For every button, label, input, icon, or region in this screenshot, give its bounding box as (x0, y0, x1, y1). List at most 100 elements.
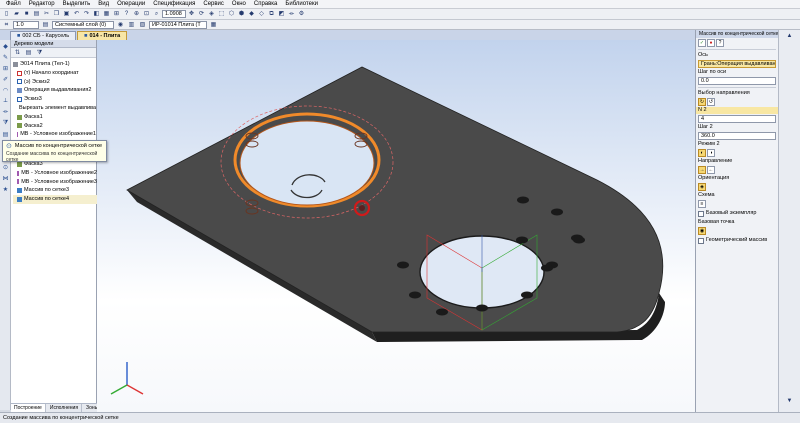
base-instance-checkbox[interactable]: Базовый экземпляр (698, 210, 776, 217)
menu-window[interactable]: Окно (228, 0, 250, 9)
axis-field[interactable]: Грань:Операция выдавливания:1 (698, 60, 776, 68)
help-icon[interactable]: ? (716, 39, 724, 47)
measure-panel-icon[interactable]: ⟛ (1, 108, 10, 117)
menu-file[interactable]: Файл (2, 0, 25, 9)
geometric-array-checkbox[interactable]: Геометрический массив (698, 237, 776, 244)
pan-icon[interactable]: ✥ (187, 10, 196, 18)
stop-icon[interactable]: ● (707, 39, 715, 47)
filter-panel-icon[interactable]: ⧩ (1, 119, 10, 128)
orientation-icon[interactable]: ◈ (207, 10, 216, 18)
tree-node[interactable]: Фаска1 (13, 113, 96, 122)
apply-icon[interactable]: ✓ (698, 39, 706, 47)
zoom-in-icon[interactable]: ⊕ (132, 10, 141, 18)
direction-1-icon[interactable]: ↻ (698, 98, 706, 106)
direction2-b-icon[interactable]: ← (707, 166, 715, 174)
tree-node[interactable]: МВ - Условное изображение1 (13, 130, 96, 139)
zoom-window-icon[interactable]: ⊡ (142, 10, 151, 18)
tree-node[interactable]: Вырезать элемент выдавливания1 (13, 104, 96, 113)
settings-icon[interactable]: ⚙ (297, 10, 306, 18)
document-combo[interactable]: ИР-01014 Плита (Т (149, 20, 207, 29)
tree-node[interactable]: Массив по сетке4 (13, 195, 97, 204)
model-viewport[interactable] (97, 40, 695, 412)
mode2-b-icon[interactable]: ◑ (707, 149, 715, 157)
tab-build[interactable]: Построение (11, 404, 46, 412)
menu-editor[interactable]: Редактор (25, 0, 59, 9)
variables-icon[interactable]: ⊞ (112, 10, 121, 18)
layer-icon[interactable]: ▤ (41, 21, 50, 29)
section-icon[interactable]: ◩ (277, 10, 286, 18)
paste-icon[interactable]: ▣ (62, 10, 71, 18)
orientation-icon[interactable]: ◈ (698, 183, 706, 191)
tree-node[interactable]: Операция выдавливания2 (13, 86, 96, 95)
step-axis-field[interactable]: 0.0 (698, 77, 776, 85)
tree-node[interactable]: Массив по сетке3 (13, 186, 97, 195)
tab-plate[interactable]: ■ 014 - Плита (77, 30, 128, 40)
tree-node[interactable]: Э014 Плита (Тел-1) (13, 60, 96, 69)
attributes-panel-icon[interactable]: ★ (1, 185, 10, 194)
scroll-down-icon[interactable]: ▼ (785, 397, 794, 405)
spec-panel-icon[interactable]: ▤ (1, 130, 10, 139)
zoom-icon[interactable]: ⌕ (152, 10, 161, 18)
new-file-icon[interactable]: ▯ (2, 10, 11, 18)
step2-field[interactable]: 360.0 (698, 132, 776, 140)
tree-node[interactable]: Эскиз3 (13, 95, 96, 104)
scroll-up-icon[interactable]: ▲ (785, 32, 794, 40)
menu-select[interactable]: Выделить (59, 0, 95, 9)
cut-icon[interactable]: ✂ (42, 10, 51, 18)
open-file-icon[interactable]: ▰ (12, 10, 21, 18)
perspective-icon[interactable]: ⧉ (267, 10, 276, 18)
array-panel-icon[interactable]: ⊞ (1, 64, 10, 73)
color-icon[interactable]: ◉ (116, 21, 125, 29)
shaded-icon[interactable]: ◆ (247, 10, 256, 18)
concentric-array-panel-icon[interactable]: ⊙ (1, 163, 10, 172)
view-cube-icon[interactable]: ⬚ (217, 10, 226, 18)
properties-icon[interactable]: ◧ (92, 10, 101, 18)
save-icon[interactable]: ■ (22, 10, 31, 18)
direction2-a-icon[interactable]: → (698, 166, 706, 174)
help-icon[interactable]: ? (122, 10, 131, 18)
object-properties-icon[interactable]: ▦ (209, 21, 218, 29)
mode2-a-icon[interactable]: ◐ (698, 149, 706, 157)
n2-field[interactable]: 4 (698, 115, 776, 123)
undo-icon[interactable]: ↶ (72, 10, 81, 18)
rotate-icon[interactable]: ⟳ (197, 10, 206, 18)
shaded-edges-icon[interactable]: ◇ (257, 10, 266, 18)
style-icon[interactable]: ▥ (127, 21, 136, 29)
tree-structure-icon[interactable]: ▤ (24, 49, 33, 57)
doc-icon[interactable]: ▧ (138, 21, 147, 29)
scheme-icon[interactable]: ≡ (698, 200, 706, 208)
redo-icon[interactable]: ↷ (82, 10, 91, 18)
edit-panel-icon[interactable]: ✎ (1, 53, 10, 62)
menu-view[interactable]: Вид (94, 0, 113, 9)
measure-icon[interactable]: ⟛ (287, 10, 296, 18)
print-icon[interactable]: ▤ (32, 10, 41, 18)
tree-node[interactable]: МВ - Условное изображение3 (13, 178, 97, 187)
tree-node[interactable]: Фаска2 (13, 122, 96, 131)
aux-geometry-panel-icon[interactable]: ⟂ (1, 97, 10, 106)
menu-libraries[interactable]: Библиотеки (281, 0, 322, 9)
surfaces-panel-icon[interactable]: ◠ (1, 86, 10, 95)
wireframe-icon[interactable]: ⬡ (227, 10, 236, 18)
copy-icon[interactable]: ❐ (52, 10, 61, 18)
direction-2-icon[interactable]: ↺ (707, 98, 715, 106)
menu-operations[interactable]: Операции (113, 0, 149, 9)
sketch-panel-icon[interactable]: ✐ (1, 75, 10, 84)
library-icon[interactable]: ▦ (102, 10, 111, 18)
hidden-lines-icon[interactable]: ⬢ (237, 10, 246, 18)
tab-assembly[interactable]: ■ 002 СБ - Карусель (10, 30, 77, 40)
menu-help[interactable]: Справка (250, 0, 282, 9)
layer-combo[interactable]: Системный слой (0) (52, 20, 114, 29)
mesh-panel-icon[interactable]: ⋈ (1, 174, 10, 183)
tree-node[interactable]: МВ - Условное изображение2 (13, 169, 97, 178)
tree-build-order-icon[interactable]: ⇅ (13, 49, 22, 57)
menu-specification[interactable]: Спецификация (149, 0, 199, 9)
menu-service[interactable]: Сервис (199, 0, 228, 9)
base-point-icon[interactable]: ◉ (698, 227, 706, 235)
tree-node[interactable]: (э) Эскиз2 (13, 78, 96, 87)
scale-combo[interactable]: 1.0 (13, 20, 39, 29)
tree-node[interactable]: (т) Начало координат (13, 69, 96, 78)
geometry-panel-icon[interactable]: ◆ (1, 42, 10, 51)
zoom-combo[interactable]: 1.0908 (162, 10, 186, 18)
tab-executions[interactable]: Исполнения (47, 404, 83, 412)
tree-filter-icon[interactable]: ⧩ (35, 49, 44, 57)
